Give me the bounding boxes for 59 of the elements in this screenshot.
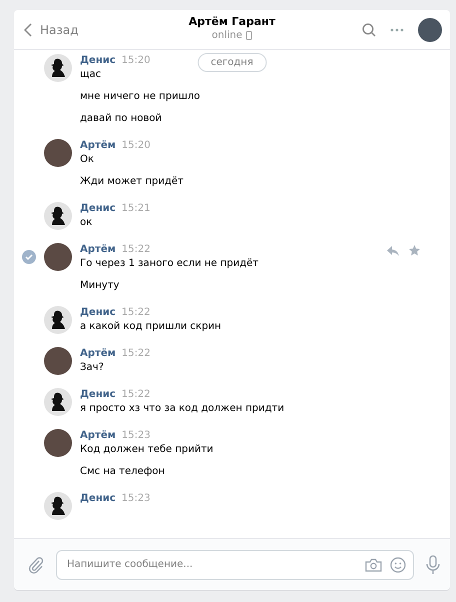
message-time: 15:22 bbox=[122, 306, 150, 320]
avatar[interactable] bbox=[44, 492, 72, 520]
author-name[interactable]: Денис bbox=[80, 306, 116, 320]
search-icon[interactable] bbox=[362, 22, 376, 36]
author-name[interactable]: Денис bbox=[80, 202, 116, 216]
avatar[interactable] bbox=[44, 54, 72, 82]
message-time: 15:20 bbox=[122, 139, 150, 153]
silhouette-icon bbox=[49, 392, 67, 412]
contact-avatar[interactable] bbox=[418, 18, 442, 42]
message-text: ок bbox=[80, 216, 94, 230]
message-time: 15:23 bbox=[122, 492, 150, 506]
silhouette-icon bbox=[49, 310, 67, 330]
message-text: Минуту bbox=[80, 279, 120, 293]
online-status: online bbox=[212, 30, 242, 41]
silhouette-icon bbox=[49, 496, 67, 516]
message-text: я просто хз что за код должен придти bbox=[80, 402, 286, 416]
star-icon[interactable] bbox=[409, 245, 420, 256]
message-text: Жди может придёт bbox=[80, 175, 184, 189]
message-text: Зач? bbox=[80, 361, 105, 375]
avatar[interactable] bbox=[44, 347, 72, 375]
message-text: Смс на телефон bbox=[80, 465, 166, 479]
message-text: Ок bbox=[80, 153, 95, 167]
author-name[interactable]: Денис bbox=[80, 388, 116, 402]
message-time: 15:22 bbox=[122, 388, 150, 402]
silhouette-icon bbox=[49, 58, 67, 78]
message-text: Код должен тебе прийти bbox=[80, 443, 214, 457]
author-name[interactable]: Артём bbox=[80, 347, 116, 361]
message-text: давай по новой bbox=[80, 112, 163, 126]
message-text: мне ничего не пришло bbox=[80, 90, 201, 104]
message-input[interactable]: Напишите сообщение... bbox=[56, 550, 414, 580]
smiley-icon[interactable] bbox=[390, 556, 406, 572]
author-name[interactable]: Денис bbox=[80, 54, 116, 68]
back-button[interactable]: Назад bbox=[24, 22, 78, 36]
avatar[interactable] bbox=[44, 306, 72, 334]
author-name[interactable]: Денис bbox=[80, 492, 116, 506]
checkmark-icon[interactable] bbox=[22, 250, 36, 264]
message-time: 15:21 bbox=[122, 202, 150, 216]
silhouette-icon bbox=[49, 206, 67, 226]
author-name[interactable]: Артём bbox=[80, 429, 116, 443]
phone-icon bbox=[246, 31, 252, 40]
message-time: 15:23 bbox=[122, 429, 150, 443]
author-name[interactable]: Артём bbox=[80, 243, 116, 257]
avatar[interactable] bbox=[44, 388, 72, 416]
avatar[interactable] bbox=[44, 202, 72, 230]
message-text: а какой код пришли скрин bbox=[80, 320, 222, 334]
message-text: Го через 1 заного если не придёт bbox=[80, 257, 260, 271]
date-separator: сегодня bbox=[198, 53, 266, 72]
message-time: 15:20 bbox=[122, 54, 150, 68]
message-time: 15:22 bbox=[122, 347, 150, 361]
avatar[interactable] bbox=[44, 139, 72, 167]
author-name[interactable]: Артём bbox=[80, 139, 116, 153]
avatar[interactable] bbox=[44, 243, 72, 271]
message-text: щас bbox=[80, 68, 102, 82]
avatar[interactable] bbox=[44, 429, 72, 457]
message-time: 15:22 bbox=[122, 243, 150, 257]
paperclip-icon[interactable] bbox=[28, 556, 44, 574]
camera-icon[interactable] bbox=[365, 558, 382, 572]
chevron-left-icon bbox=[24, 22, 32, 36]
chat-title: Артём Гарант bbox=[188, 15, 276, 28]
